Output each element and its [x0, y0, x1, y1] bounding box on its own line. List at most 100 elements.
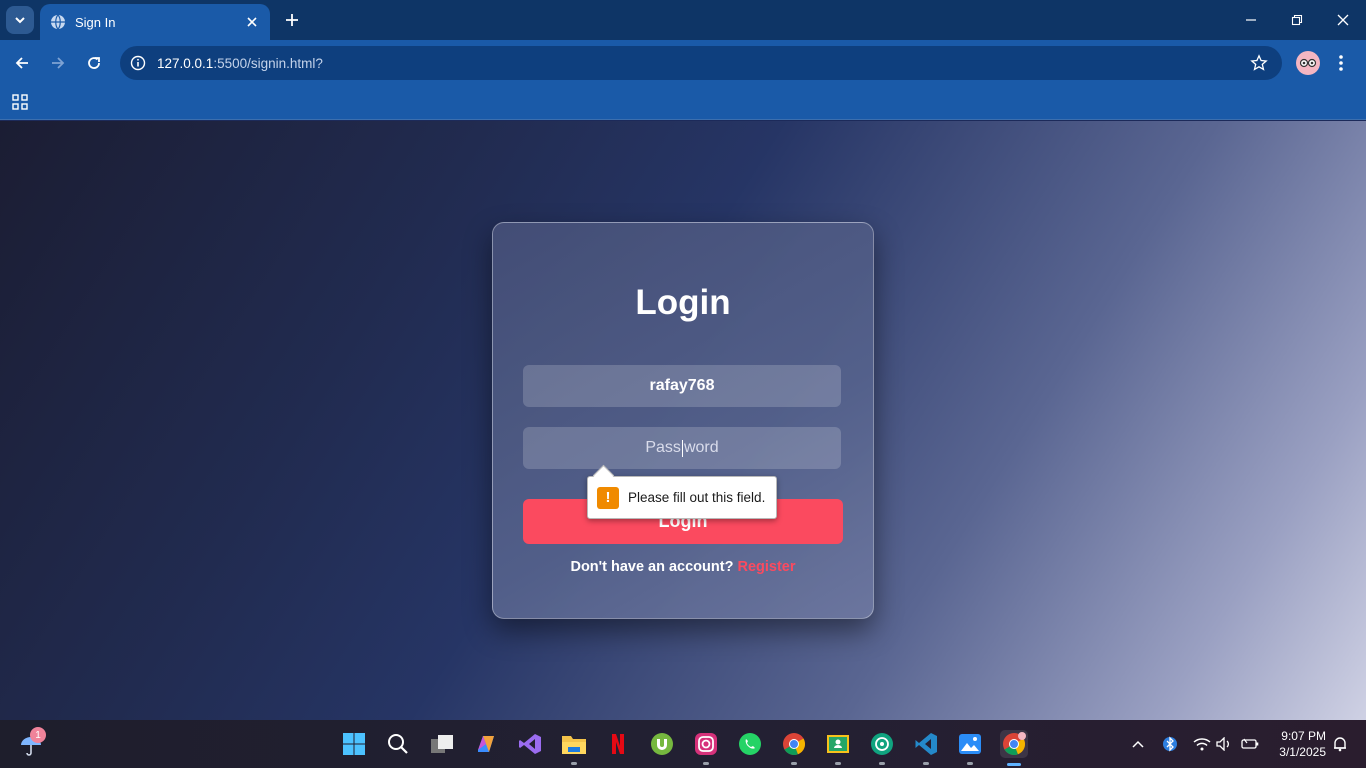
close-icon[interactable] [244, 14, 260, 30]
running-indicator [703, 762, 709, 765]
instagram-icon [695, 733, 717, 755]
photos-app[interactable] [956, 730, 984, 765]
username-input[interactable]: rafay768 [523, 365, 841, 407]
text-caret [681, 439, 683, 457]
taskbar-search[interactable] [384, 730, 412, 758]
minimize-icon [1246, 19, 1256, 21]
whatsapp-app[interactable] [736, 730, 764, 758]
address-bar[interactable]: 127.0.0.1:5500/signin.html? [120, 46, 1282, 80]
reload-icon [88, 57, 100, 69]
running-indicator [923, 762, 929, 765]
reload-button[interactable] [82, 51, 106, 75]
photos-icon [959, 734, 981, 754]
tab-title: Sign In [75, 14, 116, 30]
validation-tooltip: ! Please fill out this field. [587, 476, 777, 519]
wifi-icon [1193, 738, 1211, 751]
bluetooth-icon [1163, 736, 1177, 752]
plus-icon [286, 14, 298, 26]
new-tab-button[interactable] [282, 10, 302, 30]
tab-strip: Sign In [0, 0, 1366, 40]
browser-toolbar: 127.0.0.1:5500/signin.html? [0, 40, 1366, 86]
password-input[interactable]: Pass word [523, 427, 841, 469]
back-arrow-icon [15, 57, 28, 69]
whatsapp-icon [739, 733, 761, 755]
login-card: Login rafay768 Pass word Login Don't have… [492, 222, 874, 619]
show-hidden-icons[interactable] [1128, 734, 1148, 754]
running-indicator [571, 762, 577, 765]
password-placeholder-end: word [683, 439, 719, 456]
chatgpt-icon [871, 733, 893, 755]
battery-icon [1241, 738, 1259, 749]
url-path: :5500/signin.html? [213, 55, 323, 71]
restore-button[interactable] [1287, 10, 1307, 30]
minimize-button[interactable] [1241, 10, 1261, 30]
forward-arrow-icon [52, 57, 65, 69]
file-explorer-icon [562, 736, 586, 754]
wifi-tray[interactable] [1192, 734, 1212, 754]
copilot-icon [478, 736, 494, 752]
clock-time: 9:07 PM [1281, 729, 1326, 743]
chrome-profile-icon [1003, 732, 1026, 756]
vscode-app[interactable] [912, 730, 940, 765]
warning-icon: ! [597, 486, 619, 509]
running-indicator [791, 762, 797, 765]
restore-icon [1291, 14, 1303, 26]
search-icon [388, 734, 408, 754]
google-classroom-icon [827, 735, 849, 753]
file-explorer-app[interactable] [560, 730, 588, 765]
chevron-up-icon [1132, 740, 1144, 748]
task-view[interactable] [428, 730, 456, 758]
active-window-indicator [1007, 763, 1021, 766]
page-title: Login [635, 283, 731, 322]
profile-avatar-icon [1299, 58, 1317, 68]
running-indicator [879, 762, 885, 765]
bookmarks-bar [0, 86, 1366, 120]
bluetooth-tray[interactable] [1160, 734, 1180, 754]
chevron-down-icon [15, 17, 25, 24]
netflix-app[interactable] [604, 730, 632, 758]
volume-tray[interactable] [1214, 734, 1234, 754]
info-icon[interactable] [130, 55, 146, 71]
apps-grid-icon[interactable] [11, 93, 29, 111]
kebab-menu-icon[interactable] [1336, 53, 1346, 73]
google-classroom-app[interactable] [824, 730, 852, 765]
instagram-app[interactable] [692, 730, 720, 765]
task-view-icon [431, 735, 453, 753]
running-indicator [835, 762, 841, 765]
utorrent-app[interactable] [648, 730, 676, 758]
star-icon[interactable] [1250, 54, 1268, 72]
battery-tray[interactable] [1240, 734, 1260, 754]
close-icon [1337, 14, 1349, 26]
chrome-app[interactable] [780, 730, 808, 765]
notification-bell-icon [1334, 737, 1346, 752]
netflix-icon [612, 734, 624, 754]
running-indicator [967, 762, 973, 765]
profile-button[interactable] [1296, 51, 1320, 75]
back-button[interactable] [10, 51, 34, 75]
chrome-icon [783, 733, 806, 756]
tab-search-button[interactable] [6, 6, 34, 34]
taskbar: 1 9:07 PM 3/1/2025 [0, 720, 1366, 768]
register-link[interactable]: Register [737, 559, 795, 575]
copilot-app[interactable] [472, 730, 500, 758]
forward-button[interactable] [46, 51, 70, 75]
windows-start-icon [343, 733, 365, 755]
visual-studio-icon [519, 734, 541, 754]
notification-badge: 1 [30, 727, 46, 743]
vscode-icon [915, 733, 937, 755]
page-viewport: Login rafay768 Pass word Login Don't have… [0, 121, 1366, 720]
visual-studio-app[interactable] [516, 730, 544, 758]
chatgpt-app[interactable] [868, 730, 896, 765]
register-prompt: Don't have an account? [570, 559, 734, 575]
system-clock[interactable]: 9:07 PM 3/1/2025 [1266, 728, 1326, 760]
notifications-tray[interactable] [1330, 734, 1350, 754]
register-prompt-line: Don't have an account? Register [493, 559, 873, 575]
validation-message: Please fill out this field. [628, 490, 766, 505]
start-button[interactable] [340, 730, 368, 758]
utorrent-icon [651, 733, 673, 755]
close-window-button[interactable] [1333, 10, 1353, 30]
chrome-profile-app[interactable] [1000, 730, 1028, 766]
tab-sign-in[interactable]: Sign In [40, 4, 270, 40]
password-placeholder-start: Pass [645, 439, 681, 456]
globe-icon [51, 14, 65, 30]
